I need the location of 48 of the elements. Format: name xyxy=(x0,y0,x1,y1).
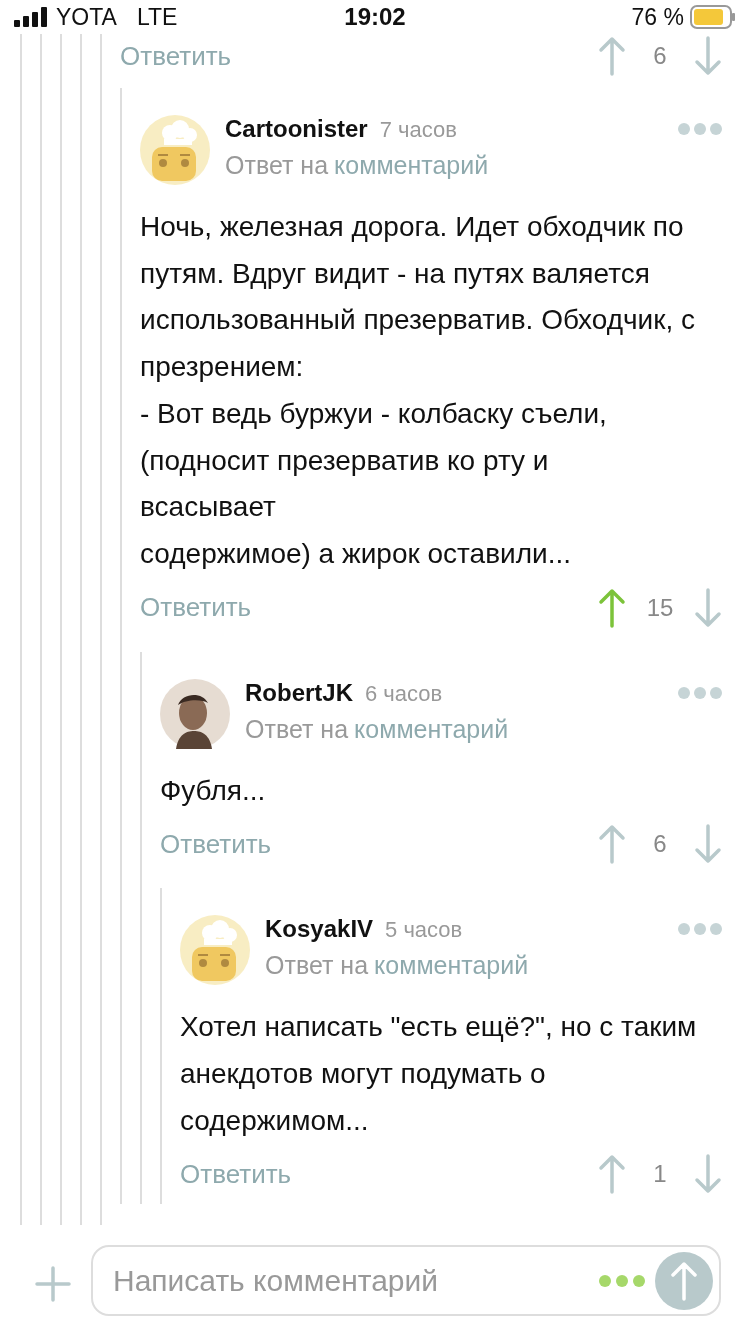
downvote-arrow-icon[interactable] xyxy=(694,36,722,76)
author-name[interactable]: KosyakIV xyxy=(265,915,374,944)
upvote-arrow-icon[interactable] xyxy=(598,1154,626,1195)
more-icon[interactable] xyxy=(678,923,722,936)
signal-icon xyxy=(14,7,48,27)
comment-field[interactable]: Написать комментарий xyxy=(91,1245,721,1316)
reply-to-label: Ответ на xyxy=(265,951,369,980)
comment-text: Хотел написать "есть ещё?", но с таким анекдотов могут подумать о содержимом... xyxy=(180,1010,698,1138)
comment-link[interactable]: комментарий xyxy=(354,714,509,743)
downvote-arrow-icon[interactable] xyxy=(694,1154,722,1195)
reply-link[interactable]: Ответить xyxy=(160,828,598,860)
avatar-icon xyxy=(140,115,210,185)
reply-link[interactable]: Ответить xyxy=(140,592,598,624)
reply-to-label: Ответ на xyxy=(225,151,329,179)
comment-link[interactable]: комментарий xyxy=(374,951,529,980)
comment-time: 6 часов xyxy=(365,680,443,707)
clock-time: 19:02 xyxy=(344,3,406,31)
downvote-arrow-icon[interactable] xyxy=(694,587,722,628)
more-icon[interactable] xyxy=(599,1274,645,1287)
reply-link[interactable]: Ответить xyxy=(120,40,598,72)
reply-link[interactable]: Ответить xyxy=(180,1158,598,1190)
vote-score: 6 xyxy=(652,830,668,859)
author-name[interactable]: Cartoonister xyxy=(225,115,368,143)
comment-text: Фубля... xyxy=(160,773,267,808)
avatar-icon xyxy=(180,915,250,986)
vote-score: 6 xyxy=(652,42,668,70)
carrier-name: YOTA xyxy=(56,3,117,31)
more-icon[interactable] xyxy=(678,686,722,699)
upvote-arrow-icon[interactable] xyxy=(598,824,626,865)
battery-icon xyxy=(690,5,736,29)
reply-to-label: Ответ на xyxy=(245,714,349,743)
network-type: LTE xyxy=(136,3,178,31)
vote-score: 1 xyxy=(652,1160,668,1189)
send-button[interactable] xyxy=(655,1251,713,1310)
more-icon[interactable] xyxy=(678,123,722,135)
comment-link[interactable]: комментарий xyxy=(334,151,489,179)
battery-percent: 76 % xyxy=(631,3,684,31)
upvote-arrow-icon[interactable] xyxy=(598,36,626,76)
upvote-arrow-icon[interactable] xyxy=(598,587,626,628)
add-icon[interactable] xyxy=(35,1266,71,1302)
comment-input[interactable]: Написать комментарий xyxy=(111,1262,599,1299)
downvote-arrow-icon[interactable] xyxy=(694,824,722,865)
arrow-up-icon xyxy=(669,1260,699,1301)
comment-time: 7 часов xyxy=(379,117,457,143)
vote-score: 15 xyxy=(645,593,675,622)
comment-time: 5 часов xyxy=(385,917,463,944)
author-name[interactable]: RobertJK xyxy=(245,678,353,707)
comment-text: Ночь, железная дорога. Идет обходчик по путям. Вдруг видит - на путях валяется использованный презерватив. Обходчик, с презрением: - Вот ведь буржуи - колбаску съели, (подносит презерватив ко рту и всасывает содержимое) а жирок оставили... xyxy=(140,210,697,571)
